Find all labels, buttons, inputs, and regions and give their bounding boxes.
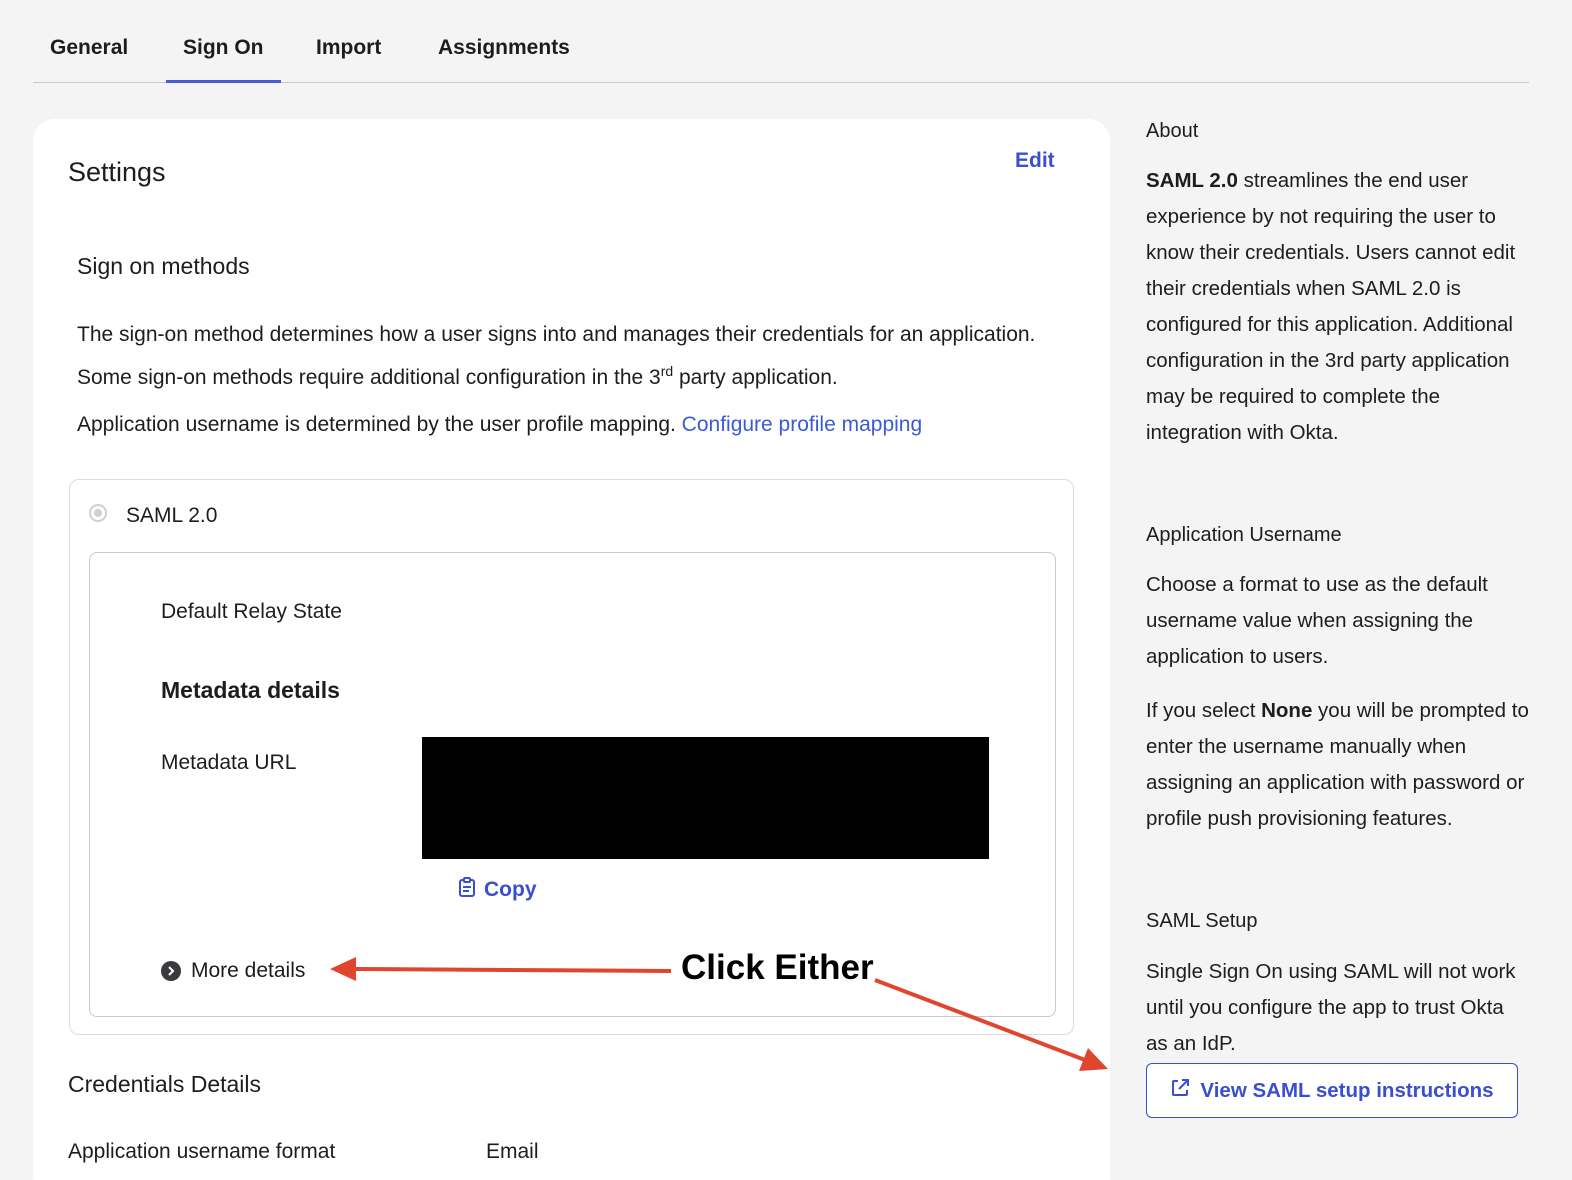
annotation-arrows (330, 957, 1108, 1071)
click-either-annotation: Click Either (681, 948, 874, 987)
